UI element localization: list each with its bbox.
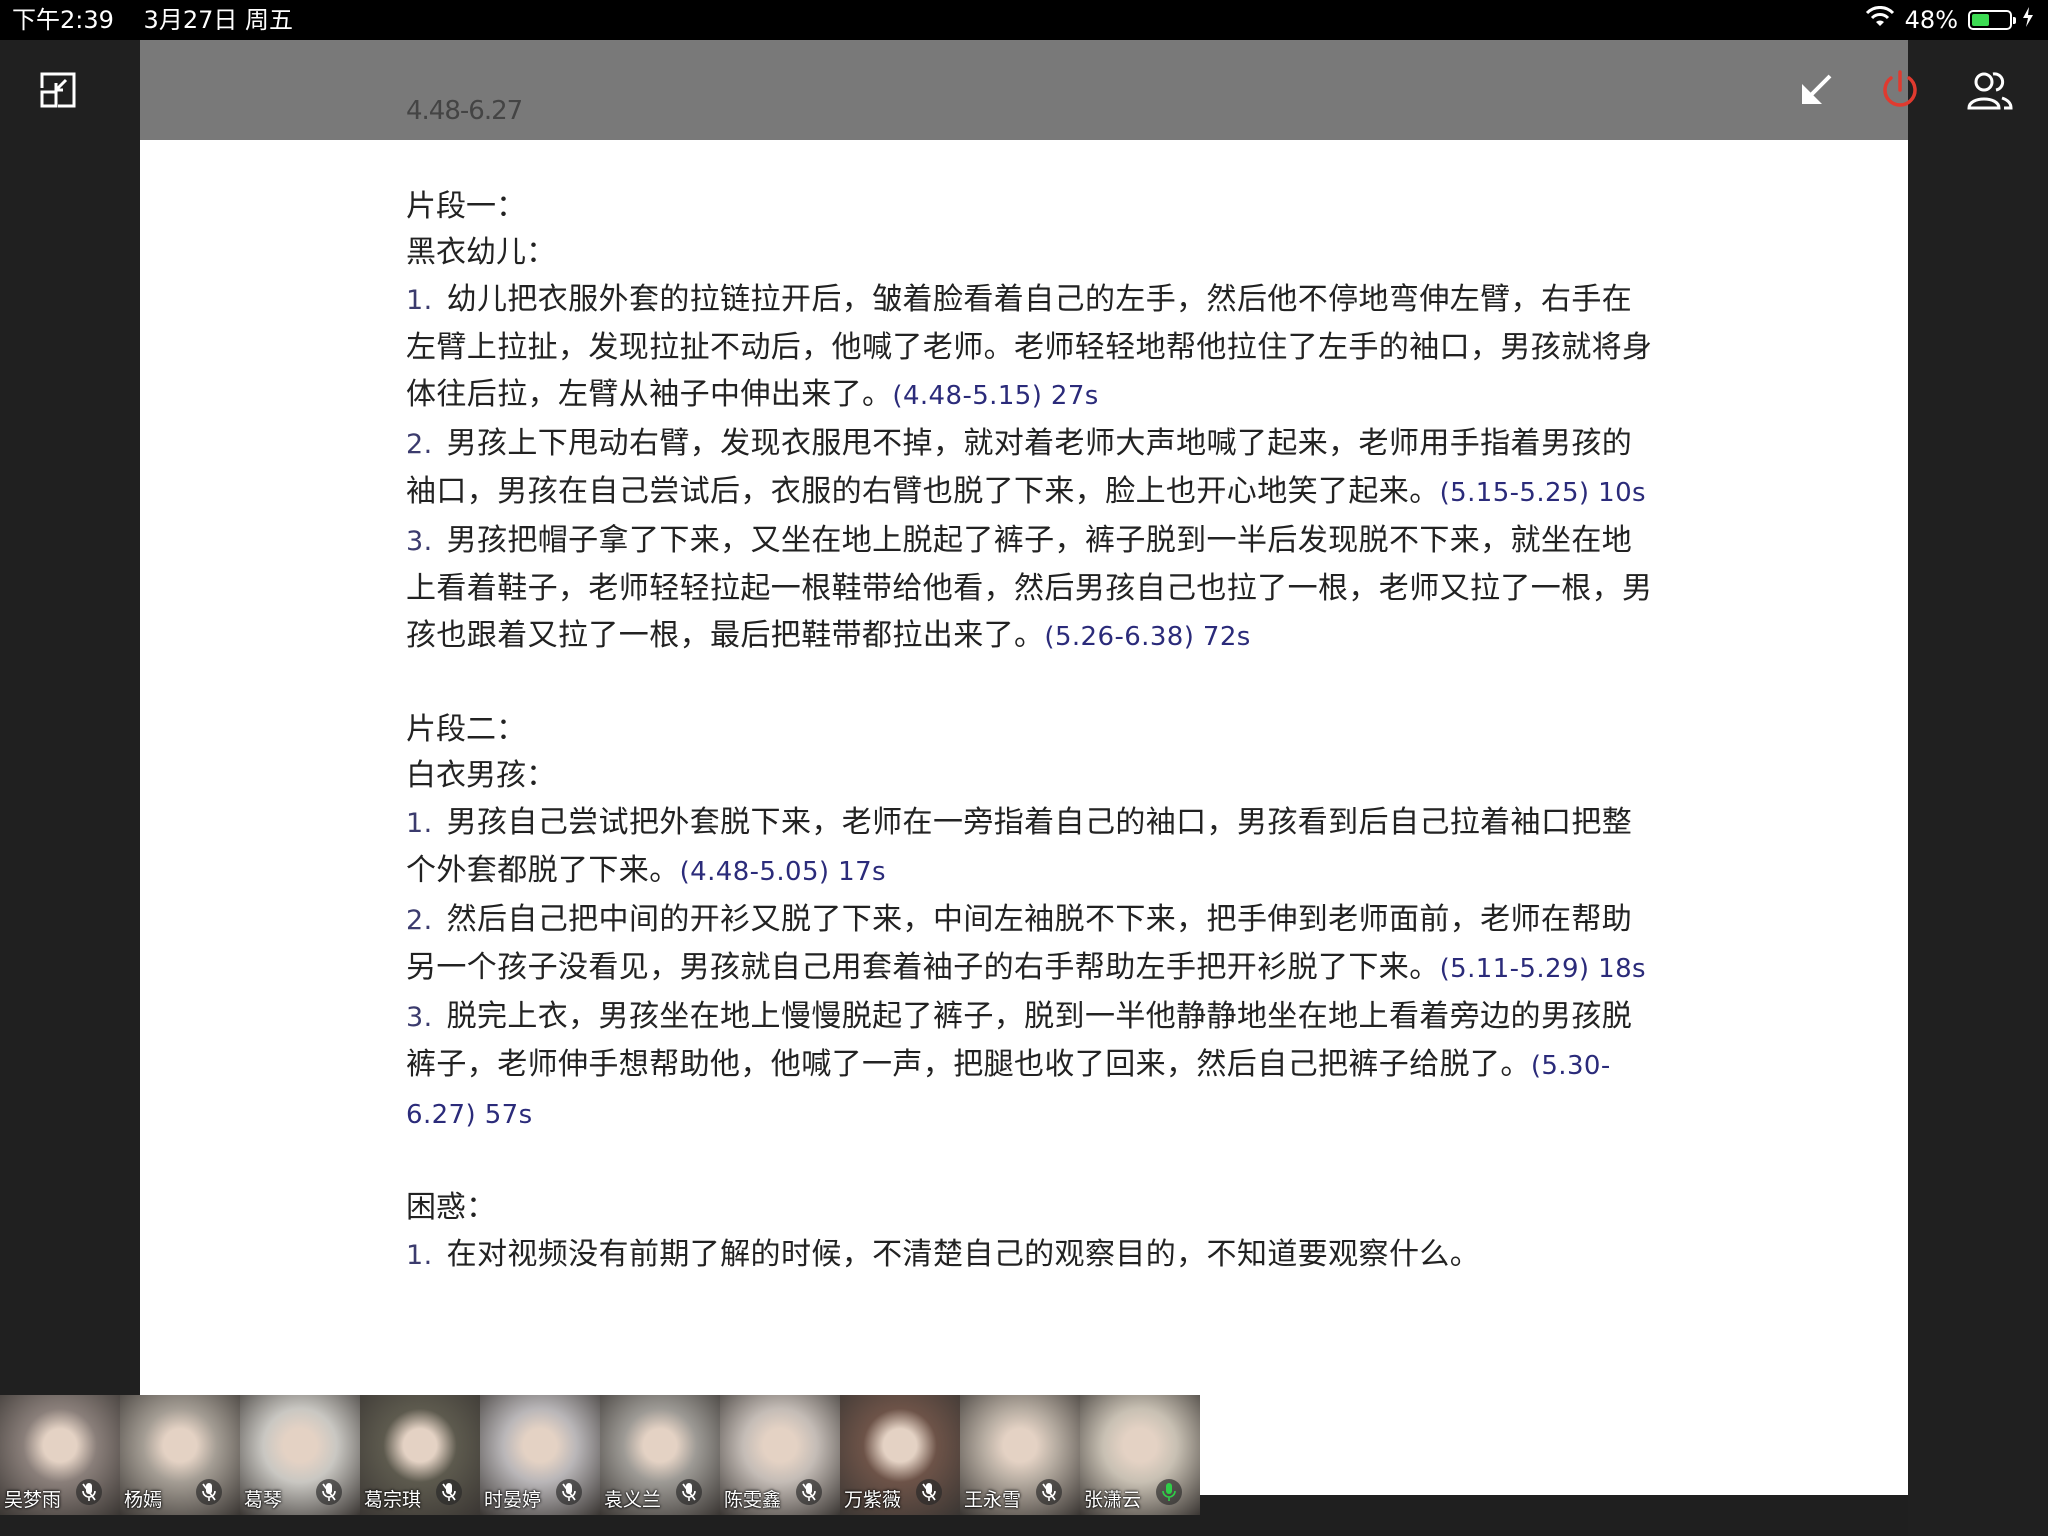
microphone-icon	[1156, 1479, 1182, 1505]
item-timestamp: (5.15-5.25) 10s	[1439, 478, 1646, 508]
document-header-range: 4.48-6.27	[406, 96, 523, 126]
participant-name: 袁义兰	[604, 1489, 662, 1511]
microphone-muted-icon	[916, 1479, 942, 1505]
document-body: 片段一： 黑衣幼儿： 1. 幼儿把衣服外套的拉链拉开后，皱着脸看着自己的左手，然后…	[406, 184, 1656, 1279]
microphone-muted-icon	[676, 1479, 702, 1505]
participant-tile[interactable]: 杨嫣	[120, 1395, 240, 1515]
battery-percent: 48%	[1904, 6, 1958, 34]
participant-tile[interactable]: 葛宗琪	[360, 1395, 480, 1515]
participant-name: 杨嫣	[124, 1489, 163, 1511]
status-bar: 下午2:39 3月27日 周五 48%	[0, 0, 2048, 40]
participant-tile[interactable]: 张潇云	[1080, 1395, 1200, 1515]
item-number: 1.	[406, 808, 433, 839]
participant-tile[interactable]: 袁义兰	[600, 1395, 720, 1515]
participant-name: 万紫薇	[844, 1489, 902, 1511]
fragment2-item-3: 3. 脱完上衣，男孩坐在地上慢慢脱起了裤子，脱到一半他静静地坐在地上看着旁边的男孩…	[406, 993, 1656, 1139]
item-timestamp: (5.11-5.29) 18s	[1439, 954, 1646, 984]
charging-icon	[2022, 0, 2034, 40]
participant-name: 陈雯鑫	[724, 1489, 782, 1511]
item-number: 2.	[406, 429, 433, 460]
microphone-muted-icon	[796, 1479, 822, 1505]
participant-name: 吴梦雨	[4, 1489, 62, 1511]
fragment2-title: 片段二：	[406, 712, 526, 747]
item-timestamp: (5.26-6.38) 72s	[1044, 622, 1251, 652]
leave-meeting-icon[interactable]	[1876, 66, 1924, 114]
confusion-title: 困惑：	[406, 1190, 496, 1225]
item-text: 男孩把帽子拿了下来，又坐在地上脱起了裤子，裤子脱到一半后发现脱不下来，就坐在地上…	[406, 523, 1653, 653]
participant-name: 张潇云	[1084, 1489, 1142, 1511]
microphone-muted-icon	[436, 1479, 462, 1505]
item-text: 在对视频没有前期了解的时候，不清楚自己的观察目的，不知道要观察什么。	[446, 1237, 1481, 1272]
microphone-muted-icon	[556, 1479, 582, 1505]
meeting-screen: 下午2:39 3月27日 周五 48% 4.48-6.27 片段一： 黑衣幼儿：…	[0, 0, 2048, 1536]
shared-document[interactable]: 4.48-6.27 片段一： 黑衣幼儿： 1. 幼儿把衣服外套的拉链拉开后，皱着脸…	[140, 40, 1908, 1495]
item-number: 3.	[406, 526, 433, 557]
minimize-arrow-icon[interactable]	[1792, 66, 1840, 114]
participant-name: 葛宗琪	[364, 1489, 422, 1511]
wifi-icon	[1865, 0, 1895, 40]
participant-tile[interactable]: 王永雪	[960, 1395, 1080, 1515]
microphone-muted-icon	[196, 1479, 222, 1505]
fragment1-subject: 黑衣幼儿：	[406, 235, 556, 270]
participant-tile[interactable]: 吴梦雨	[0, 1395, 120, 1515]
participant-name: 葛琴	[244, 1489, 283, 1511]
fragment2-subject: 白衣男孩：	[406, 758, 556, 793]
item-number: 2.	[406, 905, 433, 936]
status-date: 3月27日 周五	[143, 6, 293, 34]
participant-tile[interactable]: 时晏婷	[480, 1395, 600, 1515]
fragment1-title: 片段一：	[406, 189, 526, 224]
participant-name: 王永雪	[964, 1489, 1022, 1511]
fragment1-item-2: 2. 男孩上下甩动右臂，发现衣服甩不掉，就对着老师大声地喊了起来，老师用手指着男孩…	[406, 420, 1656, 517]
participant-tile[interactable]: 万紫薇	[840, 1395, 960, 1515]
item-number: 1.	[406, 285, 433, 316]
item-text: 脱完上衣，男孩坐在地上慢慢脱起了裤子，脱到一半他静静地坐在地上看着旁边的男孩脱裤…	[406, 999, 1633, 1082]
fragment1-item-3: 3. 男孩把帽子拿了下来，又坐在地上脱起了裤子，裤子脱到一半后发现脱不下来，就坐在…	[406, 517, 1656, 661]
battery-fill	[1972, 14, 1990, 26]
item-number: 3.	[406, 1002, 433, 1033]
status-time: 下午2:39	[12, 6, 114, 34]
microphone-muted-icon	[316, 1479, 342, 1505]
item-timestamp: (4.48-5.05) 17s	[679, 857, 886, 887]
exit-fullscreen-icon[interactable]	[34, 66, 82, 114]
participant-tile[interactable]: 葛琴	[240, 1395, 360, 1515]
microphone-muted-icon	[76, 1479, 102, 1505]
participants-icon[interactable]	[1966, 66, 2014, 114]
participant-video-strip: 吴梦雨 杨嫣 葛琴 葛宗琪 时晏婷 袁义兰 陈雯鑫 万紫薇 王永雪 张潇云	[0, 1395, 1200, 1515]
fragment2-item-2: 2. 然后自己把中间的开衫又脱了下来，中间左袖脱不下来，把手伸到老师面前，老师在帮…	[406, 896, 1656, 993]
confusion-item-1: 1. 在对视频没有前期了解的时候，不清楚自己的观察目的，不知道要观察什么。	[406, 1231, 1656, 1279]
right-rail	[1908, 40, 2048, 1536]
microphone-muted-icon	[1036, 1479, 1062, 1505]
fragment1-item-1: 1. 幼儿把衣服外套的拉链拉开后，皱着脸看着自己的左手，然后他不停地弯伸左臂，右手…	[406, 276, 1656, 420]
fragment2-item-1: 1. 男孩自己尝试把外套脱下来，老师在一旁指着自己的袖口，男孩看到后自己拉着袖口把…	[406, 799, 1656, 896]
item-text: 男孩自己尝试把外套脱下来，老师在一旁指着自己的袖口，男孩看到后自己拉着袖口把整个…	[406, 805, 1633, 888]
item-number: 1.	[406, 1240, 433, 1271]
left-rail	[0, 40, 140, 1536]
participant-name: 时晏婷	[484, 1489, 542, 1511]
battery-icon	[1968, 10, 2016, 30]
participant-tile[interactable]: 陈雯鑫	[720, 1395, 840, 1515]
item-timestamp: (4.48-5.15) 27s	[892, 381, 1099, 411]
